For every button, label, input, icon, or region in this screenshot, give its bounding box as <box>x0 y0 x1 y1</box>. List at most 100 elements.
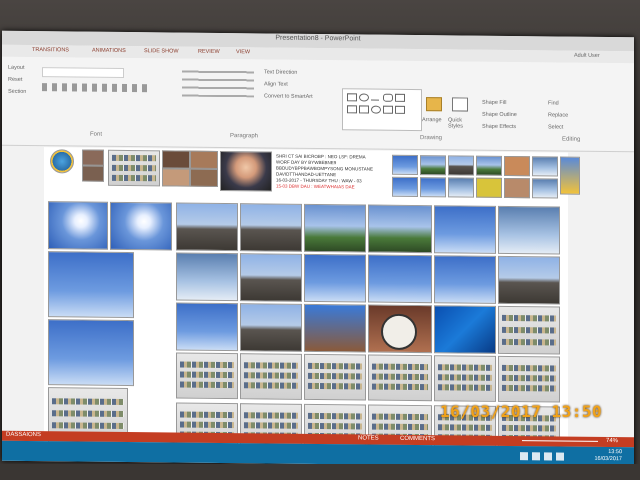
portrait-photo <box>220 150 272 192</box>
arrow-shape-icon[interactable] <box>395 93 405 102</box>
align-text-button[interactable]: Align Text <box>264 81 288 87</box>
reset-button[interactable]: Reset <box>8 77 22 83</box>
photo-streetlamp <box>176 252 238 302</box>
photo-clouds-2 <box>368 254 432 304</box>
photo-clocktower <box>304 303 366 353</box>
photo-street-2 <box>240 203 302 252</box>
photo-avenue <box>240 303 302 352</box>
profile-thumb-4 <box>190 150 218 169</box>
rounded-rect-shape-icon[interactable] <box>383 93 393 102</box>
arrange-button[interactable]: Arrange <box>422 117 442 123</box>
tab-transitions[interactable]: TRANSITIONS <box>32 47 69 53</box>
rectangle-shape-icon[interactable] <box>347 93 357 102</box>
callout-shape-icon[interactable] <box>395 105 405 114</box>
line-shape-icon[interactable] <box>371 93 379 101</box>
photo-street-1 <box>176 202 238 252</box>
logo-image <box>50 149 74 174</box>
shapes-gallery[interactable] <box>342 88 422 132</box>
sky-thumb-c1 <box>560 156 580 195</box>
sky-thumb-b4 <box>476 177 502 198</box>
photo-clouds-5 <box>176 302 238 352</box>
tab-review[interactable]: REVIEW <box>198 49 220 55</box>
sky-thumb-a2 <box>420 155 446 176</box>
sky-thumb-a1 <box>392 154 418 176</box>
taskbar-date: 16/03/2017 <box>594 455 622 463</box>
photo-clouds-4 <box>48 319 134 387</box>
photo-trees-2 <box>498 255 560 305</box>
network-icon[interactable] <box>544 452 552 461</box>
sky-thumb-b3 <box>448 177 474 198</box>
collage-6 <box>498 355 560 403</box>
convert-smartart-button[interactable]: Convert to SmartArt <box>264 93 313 100</box>
shape-effects-button[interactable]: Shape Effects <box>482 124 516 130</box>
photo-window-view <box>304 203 366 253</box>
profile-thumb-3 <box>162 150 190 169</box>
layout-button[interactable]: Layout <box>8 65 25 71</box>
find-button[interactable]: Find <box>548 100 559 106</box>
sky-thumb-a3 <box>448 155 474 176</box>
circle-shape-icon[interactable] <box>371 105 381 114</box>
sky-thumb-b5 <box>504 177 530 199</box>
zoom-slider[interactable] <box>522 440 598 442</box>
brace-shape-icon[interactable] <box>359 105 369 114</box>
photo-clouds-1 <box>48 251 134 319</box>
photo-lamp-sky <box>498 205 560 255</box>
star-shape-icon[interactable] <box>383 105 393 114</box>
oval-shape-icon[interactable] <box>359 93 369 102</box>
quick-styles-icon <box>452 97 468 112</box>
shape-fill-button[interactable]: Shape Fill <box>482 100 506 106</box>
sky-thumb-b1 <box>392 176 418 198</box>
section-button[interactable]: Section <box>8 89 26 95</box>
volume-icon[interactable] <box>556 452 564 461</box>
triangle-shape-icon[interactable] <box>347 105 357 114</box>
taskbar-clock[interactable]: 13:50 16/03/2017 <box>594 449 622 463</box>
photo-road <box>240 253 302 302</box>
paragraph-buttons[interactable] <box>182 68 254 98</box>
photo-clock <box>368 304 432 354</box>
clock-face-icon <box>381 313 417 351</box>
photo-clouds-3 <box>434 255 496 304</box>
sky-thumb-a4 <box>476 155 502 176</box>
profile-thumb-5 <box>162 168 190 187</box>
sky-thumb-b6 <box>532 178 558 199</box>
collage-1 <box>176 352 238 400</box>
notes-button[interactable]: NOTES <box>358 435 379 441</box>
group-editing: Editing <box>562 136 581 143</box>
quick-styles-button[interactable]: Quick Styles <box>448 117 472 129</box>
photo-bird-sky <box>304 253 366 303</box>
photo-trees <box>434 205 496 254</box>
tray-icon-2[interactable] <box>532 452 540 461</box>
tab-animations[interactable]: ANIMATIONS <box>92 48 126 54</box>
monitor-bottom-bezel <box>0 464 640 480</box>
profile-thumb-1 <box>82 149 104 166</box>
group-paragraph: Paragraph <box>230 133 259 140</box>
select-button[interactable]: Select <box>548 124 563 130</box>
group-font: Font <box>90 131 103 138</box>
photo-sun-2 <box>110 201 172 251</box>
camera-date-stamp: 16/03/2017 13:50 <box>440 402 603 421</box>
photo-park <box>368 204 432 254</box>
replace-button[interactable]: Replace <box>548 112 568 118</box>
text-direction-button[interactable]: Text Direction <box>264 69 297 75</box>
shape-outline-button[interactable]: Shape Outline <box>482 112 517 118</box>
collage-4 <box>368 354 432 402</box>
group-drawing: Drawing <box>420 135 443 142</box>
zoom-level[interactable]: 74% <box>606 438 618 444</box>
profile-thumb-2 <box>82 165 104 182</box>
document-thumb <box>108 149 160 187</box>
sky-thumb-a6 <box>532 156 558 177</box>
ribbon: Layout Reset Section Font Text Direction… <box>2 56 634 153</box>
font-format-buttons[interactable] <box>42 83 152 93</box>
photo-windows-screen <box>434 305 496 354</box>
photo-webpage <box>498 305 560 355</box>
user-name[interactable]: Adult User <box>574 53 600 59</box>
profile-thumb-6 <box>190 168 218 187</box>
comments-button[interactable]: COMMENTS <box>400 436 435 442</box>
tab-view[interactable]: VIEW <box>236 49 250 55</box>
tray-icon-1[interactable] <box>520 452 528 461</box>
arrange-icon <box>426 97 442 112</box>
font-family-box[interactable] <box>42 67 124 78</box>
slide-caption-line-6: 15-03 DBW DAU : WEATWHAIAS DAE <box>276 183 355 190</box>
tab-slide-show[interactable]: SLIDE SHOW <box>144 48 179 54</box>
sky-thumb-a5 <box>504 155 530 177</box>
